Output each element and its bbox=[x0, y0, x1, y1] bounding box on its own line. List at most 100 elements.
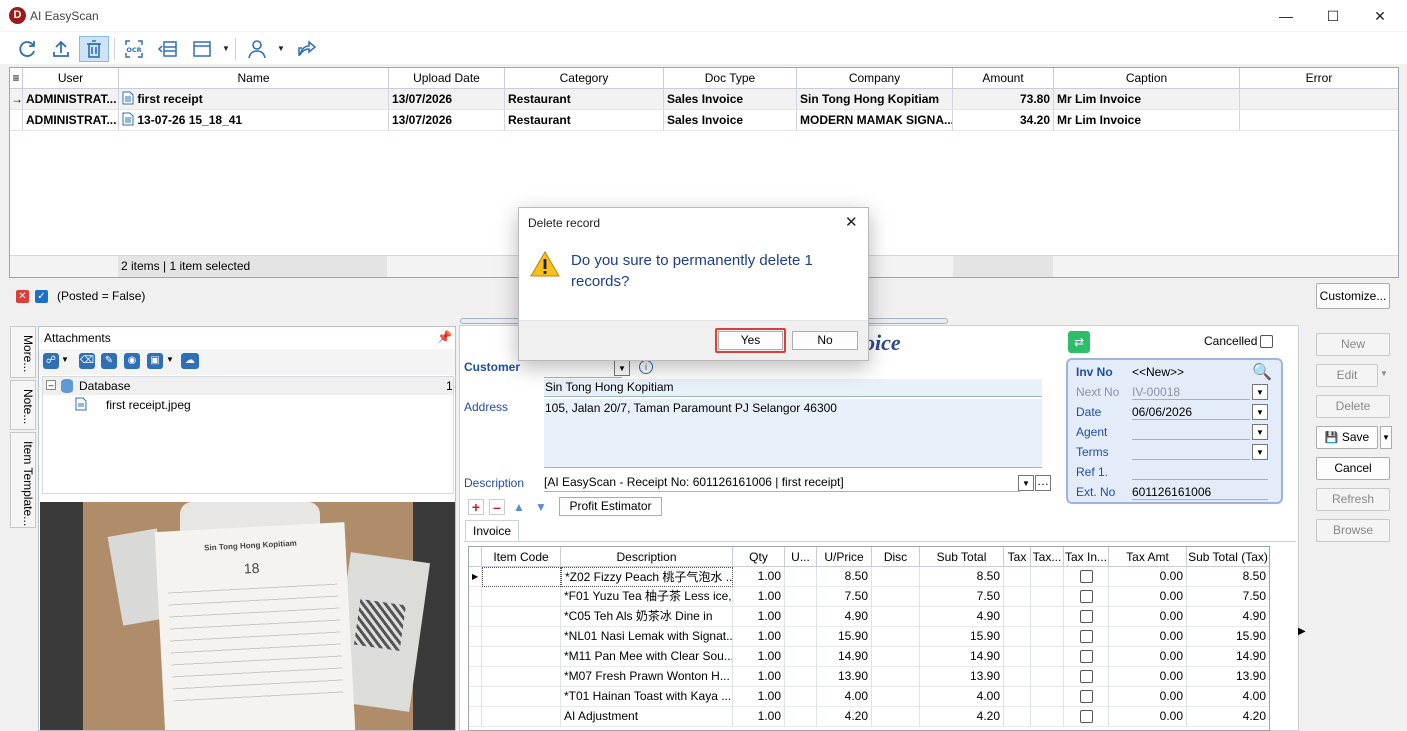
col-item-code[interactable]: Item Code bbox=[482, 547, 561, 567]
ext-no-field[interactable]: 601126161006 bbox=[1132, 485, 1268, 500]
tree-node-database[interactable]: – Database 1 bbox=[43, 377, 453, 395]
clear-filter-icon[interactable]: ✕ bbox=[16, 290, 29, 303]
description-dropdown-icon[interactable]: ▼ bbox=[1018, 475, 1034, 491]
col-user[interactable]: User bbox=[23, 68, 119, 89]
table-row[interactable]: *T01 Hainan Toast with Kaya ... 1.00 4.00 4… bbox=[469, 687, 1269, 707]
col-category[interactable]: Category bbox=[505, 68, 664, 89]
cell-qty[interactable]: 1.00 bbox=[733, 567, 785, 587]
table-row[interactable]: → ADMINISTRAT... first receipt 13/07/202… bbox=[10, 89, 1398, 110]
cell-item-code[interactable] bbox=[482, 607, 561, 627]
cell-qty[interactable]: 1.00 bbox=[733, 707, 785, 727]
col-company[interactable]: Company bbox=[797, 68, 953, 89]
link-icon[interactable]: ☍ bbox=[43, 353, 59, 369]
cell-tax-rate[interactable] bbox=[1031, 607, 1064, 627]
terms-dropdown-icon[interactable]: ▼ bbox=[1252, 444, 1268, 460]
cell-tax[interactable] bbox=[1004, 627, 1031, 647]
cell-tax-rate[interactable] bbox=[1031, 567, 1064, 587]
tax-inclusive-checkbox[interactable] bbox=[1079, 670, 1093, 684]
col-name[interactable]: Name bbox=[119, 68, 389, 89]
col-tax-amt[interactable]: Tax Amt bbox=[1109, 547, 1187, 567]
cell-unit-price[interactable]: 4.00 bbox=[817, 687, 872, 707]
cell-qty[interactable]: 1.00 bbox=[733, 607, 785, 627]
cell-unit-price[interactable]: 7.50 bbox=[817, 587, 872, 607]
cell-tax-rate[interactable] bbox=[1031, 647, 1064, 667]
expand-icon[interactable]: ▶ bbox=[1298, 626, 1306, 637]
delete-button[interactable]: Delete bbox=[1316, 395, 1390, 418]
cell-uom[interactable] bbox=[785, 647, 817, 667]
cell-disc[interactable] bbox=[872, 567, 920, 587]
refresh-icon[interactable] bbox=[12, 36, 42, 62]
cell-sub-total[interactable]: 8.50 bbox=[920, 567, 1004, 587]
cell-tax[interactable] bbox=[1004, 647, 1031, 667]
cell-tax-amt[interactable]: 0.00 bbox=[1109, 667, 1187, 687]
tab-note[interactable]: Note... bbox=[10, 380, 36, 430]
cell-uom[interactable] bbox=[785, 567, 817, 587]
cell-disc[interactable] bbox=[872, 687, 920, 707]
cell-qty[interactable]: 1.00 bbox=[733, 627, 785, 647]
edit-icon[interactable]: ✎ bbox=[101, 353, 117, 369]
address-field[interactable]: 105, Jalan 20/7, Taman Paramount PJ Sela… bbox=[544, 399, 1042, 468]
cell-qty[interactable]: 1.00 bbox=[733, 687, 785, 707]
cell-sub-total-tax[interactable]: 7.50 bbox=[1187, 587, 1269, 607]
dialog-close-icon[interactable]: ✕ bbox=[845, 213, 858, 231]
cell-uom[interactable] bbox=[785, 627, 817, 647]
cell-sub-total[interactable]: 15.90 bbox=[920, 627, 1004, 647]
cell-description[interactable]: *C05 Teh Als 奶茶冰 Dine in bbox=[561, 607, 733, 627]
cell-description[interactable]: *NL01 Nasi Lemak with Signat... bbox=[561, 627, 733, 647]
tax-inclusive-checkbox[interactable] bbox=[1079, 710, 1093, 724]
cell-uom[interactable] bbox=[785, 607, 817, 627]
cell-tax-inclusive[interactable] bbox=[1064, 567, 1109, 587]
grid-menu-icon[interactable]: ≡ bbox=[10, 68, 23, 89]
cell-disc[interactable] bbox=[872, 707, 920, 727]
edit-button[interactable]: Edit bbox=[1316, 364, 1378, 387]
pin-icon[interactable]: 📌 bbox=[437, 330, 452, 344]
cell-unit-price[interactable]: 13.90 bbox=[817, 667, 872, 687]
col-unit-price[interactable]: U/Price bbox=[817, 547, 872, 567]
table-row[interactable]: *M11 Pan Mee with Clear Sou... 1.00 14.90 1… bbox=[469, 647, 1269, 667]
trash-icon[interactable]: ⌫ bbox=[79, 353, 95, 369]
cell-tax[interactable] bbox=[1004, 587, 1031, 607]
col-tax-inclusive[interactable]: Tax In... bbox=[1064, 547, 1109, 567]
tax-inclusive-checkbox[interactable] bbox=[1079, 610, 1093, 624]
cell-tax[interactable] bbox=[1004, 607, 1031, 627]
cell-description[interactable]: AI Adjustment bbox=[561, 707, 733, 727]
table-row[interactable]: *NL01 Nasi Lemak with Signat... 1.00 15.90… bbox=[469, 627, 1269, 647]
layout-left-icon[interactable] bbox=[153, 36, 183, 62]
date-dropdown-icon[interactable]: ▼ bbox=[1252, 404, 1268, 420]
cell-unit-price[interactable]: 14.90 bbox=[817, 647, 872, 667]
user-dropdown-icon[interactable]: ▼ bbox=[276, 40, 286, 58]
cell-tax-inclusive[interactable] bbox=[1064, 647, 1109, 667]
minimize-icon[interactable]: — bbox=[1272, 6, 1300, 26]
cell-tax-amt[interactable]: 0.00 bbox=[1109, 587, 1187, 607]
tax-inclusive-checkbox[interactable] bbox=[1079, 690, 1093, 704]
cell-tax-amt[interactable]: 0.00 bbox=[1109, 687, 1187, 707]
col-tax[interactable]: Tax bbox=[1004, 547, 1031, 567]
cell-description[interactable]: *M07 Fresh Prawn Wonton H... bbox=[561, 667, 733, 687]
cell-disc[interactable] bbox=[872, 627, 920, 647]
cell-sub-total[interactable]: 4.90 bbox=[920, 607, 1004, 627]
browse-button[interactable]: Browse bbox=[1316, 519, 1390, 542]
cell-item-code[interactable] bbox=[482, 627, 561, 647]
receipt-preview-image[interactable]: Sin Tong Hong Kopitiam 18 bbox=[40, 502, 455, 730]
save-dropdown-icon[interactable]: ▼ bbox=[166, 355, 174, 364]
save-button[interactable]: 💾 Save bbox=[1316, 426, 1378, 449]
upload-icon[interactable] bbox=[46, 36, 76, 62]
save-dropdown-icon[interactable]: ▼ bbox=[1380, 426, 1392, 449]
cell-unit-price[interactable]: 8.50 bbox=[817, 567, 872, 587]
new-button[interactable]: New bbox=[1316, 333, 1390, 356]
cell-sub-total[interactable]: 7.50 bbox=[920, 587, 1004, 607]
cancelled-checkbox[interactable] bbox=[1260, 335, 1273, 349]
maximize-icon[interactable]: ☐ bbox=[1319, 6, 1347, 26]
col-caption[interactable]: Caption bbox=[1054, 68, 1240, 89]
cell-sub-total-tax[interactable]: 15.90 bbox=[1187, 627, 1269, 647]
col-sub-total[interactable]: Sub Total bbox=[920, 547, 1004, 567]
cell-item-code[interactable] bbox=[482, 687, 561, 707]
customize-button[interactable]: Customize... bbox=[1316, 283, 1390, 309]
cell-tax-inclusive[interactable] bbox=[1064, 607, 1109, 627]
table-row[interactable]: AI Adjustment 1.00 4.20 4.20 0.00 4.20 bbox=[469, 707, 1269, 727]
date-field[interactable]: 06/06/2026 bbox=[1132, 405, 1250, 420]
cell-item-code[interactable] bbox=[482, 567, 561, 587]
edit-dropdown-icon[interactable]: ▼ bbox=[1380, 369, 1388, 378]
tax-inclusive-checkbox[interactable] bbox=[1079, 590, 1093, 604]
refresh-button[interactable]: Refresh bbox=[1316, 488, 1390, 511]
